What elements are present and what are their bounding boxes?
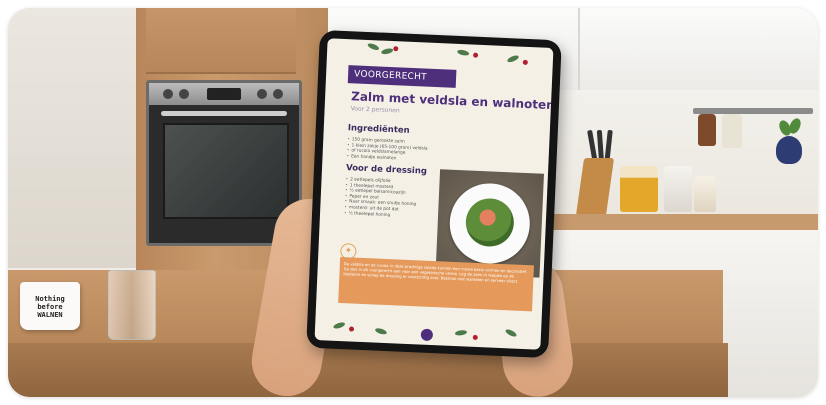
recipe-serving: Voor 2 personen (350, 105, 400, 115)
oven-knob (179, 89, 189, 99)
wall (8, 8, 138, 268)
tip-box: De veldsla en de rucola in deze prachtig… (338, 256, 534, 312)
red-berry (472, 334, 478, 341)
pine-leaf (454, 329, 468, 337)
recipe-category: VOORGERECHT (347, 65, 457, 88)
pine-leaf (506, 54, 520, 64)
pine-leaf (380, 47, 394, 56)
oven-knob (273, 89, 283, 99)
pine-leaf (456, 48, 470, 57)
plant-pot (776, 136, 802, 164)
pine-leaf (374, 327, 388, 336)
kitchen-island-front (8, 343, 728, 397)
jar (664, 166, 692, 212)
oven-knob (163, 89, 173, 99)
dressing-heading: Voor de dressing (345, 163, 428, 177)
pine-leaf (504, 328, 518, 338)
kitchen-photo: Nothing before WALNEN VOORGERECHT Zalm m… (8, 8, 818, 397)
red-berry (393, 46, 399, 52)
cabinet-seam (578, 8, 580, 90)
dressing-list: 2 eetlepels olijfolie 1 theelepel moster… (344, 177, 417, 219)
red-berry (472, 52, 479, 58)
back-counter (548, 214, 818, 230)
wood-cabinet-door (146, 8, 296, 74)
jar-pasta (620, 166, 658, 212)
ingredients-list: 150 gram gerookte zalm 1 klein zakje (65… (346, 137, 428, 163)
oven-window (163, 123, 289, 219)
ingredients-heading: Ingrediënten (347, 123, 410, 136)
oven-display (207, 88, 241, 100)
tip-text: De veldsla en de rucola in deze prachtig… (343, 261, 527, 284)
mug-text: Nothing before WALNEN (35, 295, 65, 319)
pine-leaf (366, 42, 380, 52)
oven-knob (257, 89, 267, 99)
drinking-glass (108, 270, 156, 340)
spice-jar (722, 114, 742, 148)
mug: Nothing before WALNEN (20, 282, 80, 330)
spice-jar (698, 114, 716, 146)
red-berry (348, 326, 355, 332)
jar (694, 176, 716, 212)
oven-handle (161, 111, 287, 116)
tablet: VOORGERECHT Zalm met veldsla en walnoten… (306, 29, 562, 359)
tablet-screen: VOORGERECHT Zalm met veldsla en walnoten… (314, 38, 554, 350)
oven-control-panel (149, 83, 299, 105)
red-berry (522, 59, 528, 65)
pine-leaf (332, 321, 346, 330)
